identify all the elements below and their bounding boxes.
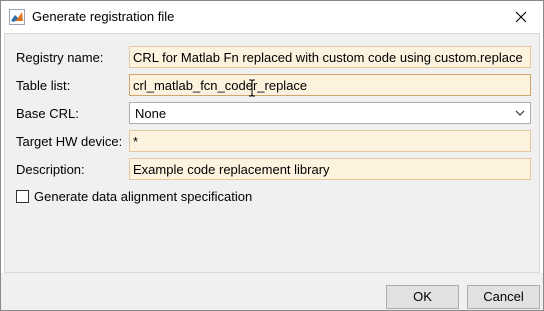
registry-name-label: Registry name:: [16, 50, 104, 65]
close-button[interactable]: [499, 1, 543, 32]
description-field[interactable]: Example code replacement library: [129, 158, 531, 180]
alignment-checkbox[interactable]: [16, 190, 29, 203]
table-list-field[interactable]: crl_matlab_fcn_coder_replace: [129, 74, 531, 96]
cancel-button[interactable]: Cancel: [467, 285, 540, 309]
title-bar: Generate registration file: [1, 1, 543, 33]
target-hw-label: Target HW device:: [16, 134, 123, 149]
base-crl-value: None: [135, 106, 167, 121]
registry-name-field[interactable]: CRL for Matlab Fn replaced with custom c…: [129, 46, 531, 68]
target-hw-field[interactable]: *: [129, 130, 531, 152]
text-cursor-icon: [248, 79, 256, 97]
chevron-down-icon: [514, 107, 526, 119]
base-crl-label: Base CRL:: [16, 106, 79, 121]
button-bar: OK Cancel: [1, 273, 543, 310]
ok-button[interactable]: OK: [386, 285, 459, 309]
dialog-title: Generate registration file: [32, 9, 175, 24]
dialog-window: Generate registration file Registry name…: [0, 0, 544, 311]
matlab-app-icon: [9, 9, 25, 25]
description-label: Description:: [16, 162, 85, 177]
table-list-label: Table list:: [16, 78, 71, 93]
close-icon: [515, 11, 527, 22]
alignment-checkbox-label: Generate data alignment specification: [34, 189, 253, 204]
form-panel: Registry name: CRL for Matlab Fn replace…: [4, 33, 540, 273]
base-crl-select[interactable]: None: [129, 102, 531, 124]
